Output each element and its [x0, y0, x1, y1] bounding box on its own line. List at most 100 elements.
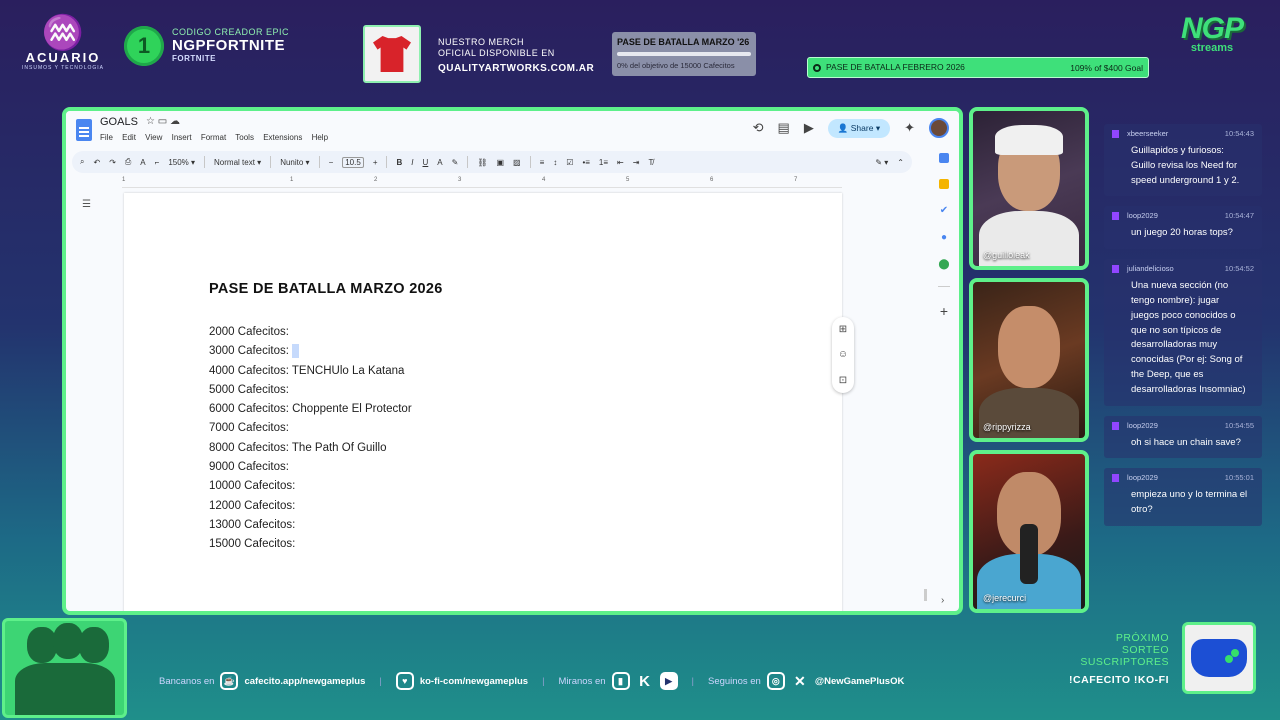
menu-view[interactable]: View	[145, 133, 162, 142]
text-color-icon[interactable]: A	[437, 158, 442, 167]
increase-font-icon[interactable]: +	[373, 158, 378, 167]
maps-icon[interactable]: ⬤	[938, 259, 949, 270]
bullet-list-icon[interactable]: •≡	[582, 158, 589, 167]
chat-text: Una nueva sección (no tengo nombre): jug…	[1131, 280, 1246, 395]
paint-format-icon[interactable]: ⌐	[155, 158, 160, 167]
mascot-figure	[79, 627, 109, 663]
menu-edit[interactable]: Edit	[122, 133, 136, 142]
document-title[interactable]: GOALS	[100, 116, 138, 128]
cafecito-icon: ☕	[220, 672, 239, 690]
gemini-icon[interactable]: ✦	[904, 120, 915, 136]
meet-icon[interactable]: ▶	[804, 120, 814, 136]
indent-decrease-icon[interactable]: ⇤	[617, 158, 624, 167]
menu-extensions[interactable]: Extensions	[263, 133, 302, 142]
avatar[interactable]	[929, 118, 949, 138]
goal-line[interactable]: 15000 Cafecitos:	[209, 535, 412, 554]
document-heading[interactable]: PASE DE BATALLA MARZO 2026	[209, 281, 443, 297]
acuario-logo: ♒ ACUARIO INSUMOS Y TECNOLOGIA	[18, 16, 108, 71]
search-icon[interactable]: ⌕	[80, 157, 84, 167]
goal-line[interactable]: 4000 Cafecitos: TENCHUlo La Katana	[209, 362, 412, 381]
add-addon-icon[interactable]: +	[940, 303, 948, 319]
font-size-input[interactable]: 10.5	[342, 156, 364, 168]
goal-line[interactable]: 12000 Cafecitos:	[209, 497, 412, 516]
menu-tools[interactable]: Tools	[235, 133, 254, 142]
docs-logo-icon[interactable]	[76, 119, 92, 141]
history-icon[interactable]: ⟲	[753, 120, 764, 136]
highlight-icon[interactable]: ✎	[452, 158, 459, 167]
goal-line[interactable]: 3000 Cafecitos:	[209, 342, 412, 361]
goal-line[interactable]: 8000 Cafecitos: The Path Of Guillo	[209, 439, 412, 458]
tasks-icon[interactable]: ✔	[940, 205, 948, 216]
style-select[interactable]: Normal text ▾	[214, 158, 261, 167]
shirt	[979, 211, 1079, 266]
redo-icon[interactable]: ↷	[109, 158, 116, 167]
twitch-icon	[1112, 212, 1119, 221]
goal-line[interactable]: 5000 Cafecitos:	[209, 381, 412, 400]
edit-mode-icon[interactable]: ✎ ▾	[875, 158, 888, 167]
document-body[interactable]: 2000 Cafecitos: 3000 Cafecitos: 4000 Caf…	[209, 323, 412, 555]
merch-line1: NUESTRO MERCH	[438, 37, 525, 47]
goal-line[interactable]: 10000 Cafecitos:	[209, 477, 412, 496]
add-comment-icon[interactable]: ⊞	[839, 324, 847, 335]
mascot-image	[2, 618, 127, 718]
zoom-value: 150%	[168, 157, 189, 167]
keep-icon[interactable]	[939, 179, 949, 189]
collapse-icon[interactable]: ⌃	[897, 158, 904, 167]
goal-line[interactable]: 7000 Cafecitos:	[209, 419, 412, 438]
ruler-tick: 2	[374, 177, 378, 183]
font-value: Nunito	[280, 157, 304, 167]
folder-icon[interactable]: ▭	[158, 116, 167, 127]
calendar-icon[interactable]	[939, 153, 949, 163]
comment-icon[interactable]: ▣	[496, 158, 504, 167]
menu-file[interactable]: File	[100, 133, 113, 142]
chevron-right-icon[interactable]: ›	[941, 595, 944, 606]
acuario-subtitle: INSUMOS Y TECNOLOGIA	[22, 65, 104, 71]
goal-line[interactable]: 2000 Cafecitos:	[209, 323, 412, 342]
undo-icon[interactable]: ↶	[93, 158, 100, 167]
star-icon[interactable]: ☆	[146, 116, 155, 127]
document-outline-icon[interactable]: ☰	[82, 199, 91, 210]
goal-line-text: 3000 Cafecitos:	[209, 345, 289, 358]
chat-time: 10:54:52	[1224, 264, 1254, 274]
chat-text: oh si hace un chain save?	[1131, 436, 1241, 448]
italic-icon[interactable]: I	[411, 158, 413, 167]
underline-icon[interactable]: U	[423, 158, 429, 167]
scrollbar[interactable]	[924, 589, 927, 601]
zoom-select[interactable]: 150% ▾	[168, 158, 195, 167]
checklist-icon[interactable]: ☑	[566, 158, 573, 167]
menu-help[interactable]: Help	[312, 133, 328, 142]
print-icon[interactable]: ⎙	[125, 157, 131, 167]
gamepad-icon	[1191, 639, 1247, 677]
goal-line[interactable]: 9000 Cafecitos:	[209, 458, 412, 477]
chat-time: 10:55:01	[1224, 473, 1254, 483]
menu-format[interactable]: Format	[201, 133, 226, 142]
share-button[interactable]: 👤 Share ▾	[827, 118, 891, 138]
link-icon[interactable]: ⛓	[477, 158, 487, 167]
align-icon[interactable]: ≡	[540, 158, 545, 167]
clear-format-icon[interactable]: T̸	[648, 158, 653, 167]
comments-icon[interactable]: ▤	[778, 120, 790, 136]
numbered-list-icon[interactable]: 1≡	[599, 158, 608, 167]
bold-icon[interactable]: B	[396, 158, 402, 167]
emoji-icon[interactable]: ☺	[838, 349, 848, 360]
chat-text: un juego 20 horas tops?	[1131, 227, 1233, 239]
contacts-icon[interactable]: ●	[941, 232, 947, 243]
chat-message: loop2029 10:55:01 empieza uno y lo termin…	[1104, 468, 1262, 526]
webcam-handle: @rippyrizza	[983, 422, 1031, 432]
indent-increase-icon[interactable]: ⇥	[633, 158, 640, 167]
twitch-icon	[1112, 421, 1119, 430]
decrease-font-icon[interactable]: −	[329, 158, 334, 167]
goal-line[interactable]: 6000 Cafecitos: Choppente El Protector	[209, 400, 412, 419]
menu-insert[interactable]: Insert	[172, 133, 192, 142]
ruler-tick: 5	[626, 177, 630, 183]
title-actions: ☆ ▭ ☁	[146, 116, 180, 127]
tshirt-icon	[373, 36, 411, 72]
image-icon[interactable]: ▨	[513, 158, 521, 167]
goal-feb-value: 109% of $400 Goal	[1070, 62, 1143, 73]
line-spacing-icon[interactable]: ↕	[553, 158, 557, 167]
font-select[interactable]: Nunito ▾	[280, 158, 309, 167]
goal-line[interactable]: 13000 Cafecitos:	[209, 516, 412, 535]
cloud-icon[interactable]: ☁	[170, 116, 180, 127]
suggest-edit-icon[interactable]: ⊡	[839, 375, 847, 386]
spellcheck-icon[interactable]: A	[140, 158, 145, 167]
